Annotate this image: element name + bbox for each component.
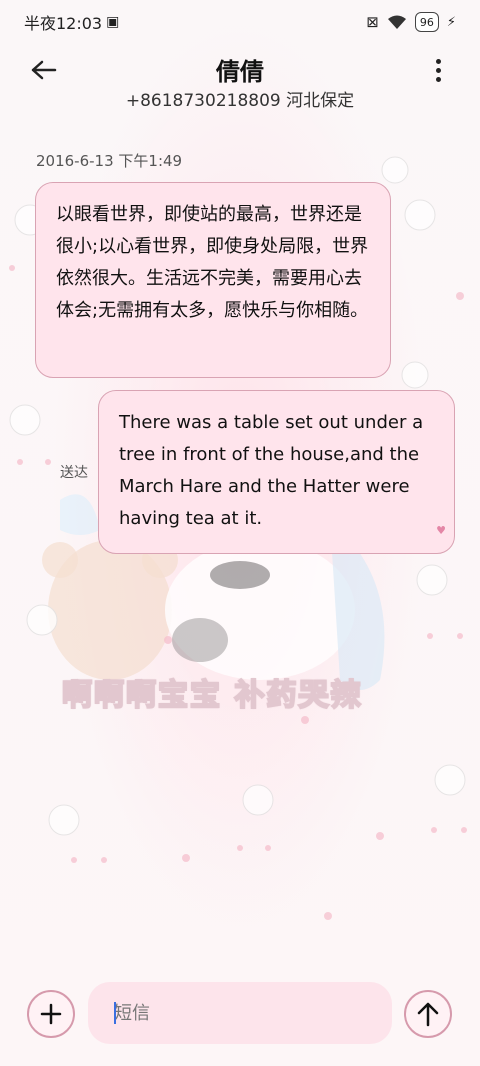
status-icons: ⊠ 96 ⚡ (366, 12, 456, 32)
outgoing-message-text: There was a table set out under a tree i… (119, 412, 424, 529)
add-attachment-button[interactable] (27, 990, 75, 1038)
more-dots-icon (435, 58, 441, 64)
status-time-group: 半夜12:03 ▣ (24, 10, 119, 34)
status-time: 半夜12:03 (24, 14, 103, 33)
plus-icon (40, 1003, 62, 1025)
incoming-message-text: 以眼看世界，即使站的最高，世界还是很小;以心看世界，即使身处局限，世界依然很大。… (56, 204, 369, 321)
outgoing-message-bubble[interactable]: There was a table set out under a tree i… (98, 390, 455, 554)
message-input[interactable] (88, 982, 392, 1044)
conversation-header: 倩倩 +8618730218809 河北保定 (0, 44, 480, 114)
status-bar: 半夜12:03 ▣ ⊠ 96 ⚡ (0, 0, 480, 44)
contact-detail: +8618730218809 河北保定 (125, 91, 355, 111)
heart-icon: ♥ (436, 524, 446, 537)
no-sim-icon: ⊠ (366, 13, 379, 31)
delivery-status: 送达 (60, 465, 88, 481)
arrow-up-icon (417, 1002, 439, 1027)
text-cursor (114, 1002, 116, 1024)
wallpaper-caption: 啊啊啊宝宝 补药哭辣 (61, 677, 363, 714)
charging-icon: ⚡ (446, 14, 456, 30)
message-timestamp: 2016-6-13 下午1:49 (36, 152, 183, 170)
battery-icon: 96 (414, 12, 439, 32)
more-options-button[interactable] (426, 56, 450, 84)
contact-name: 倩倩 (216, 58, 264, 86)
nfc-icon: ▣ (106, 14, 120, 30)
send-button[interactable] (404, 990, 452, 1038)
message-composer (0, 960, 480, 1066)
wifi-icon (387, 15, 406, 29)
incoming-message-bubble[interactable]: 以眼看世界，即使站的最高，世界还是很小;以心看世界，即使身处局限，世界依然很大。… (35, 182, 391, 378)
